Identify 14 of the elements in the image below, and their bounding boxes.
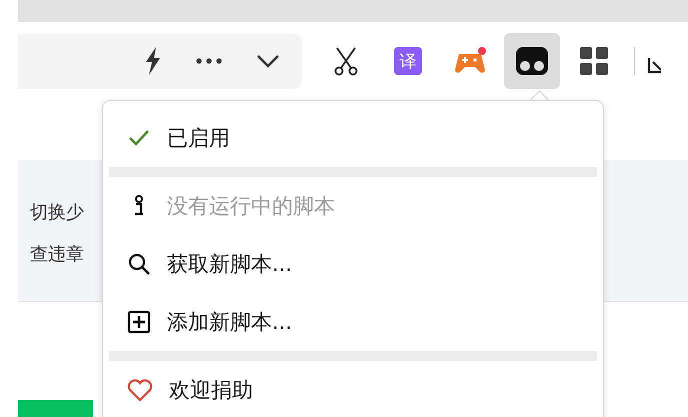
- lightning-icon[interactable]: [144, 47, 162, 75]
- menu-item[interactable]: 欢迎捐助: [103, 361, 603, 417]
- search-icon: [127, 252, 151, 276]
- menu-item[interactable]: 添加新脚本...: [103, 293, 603, 351]
- extension-icon[interactable]: [504, 33, 560, 89]
- more-icon[interactable]: [196, 58, 222, 64]
- translate-icon[interactable]: 译: [394, 47, 422, 75]
- link-text[interactable]: 切换少: [30, 200, 84, 224]
- menu-item[interactable]: 获取新脚本...: [103, 235, 603, 293]
- add-icon: [127, 310, 151, 334]
- heart-icon: [127, 378, 153, 402]
- chevron-down-icon[interactable]: [256, 54, 280, 68]
- menu-item[interactable]: 已启用: [103, 109, 603, 167]
- link-text[interactable]: 查违章: [30, 242, 84, 266]
